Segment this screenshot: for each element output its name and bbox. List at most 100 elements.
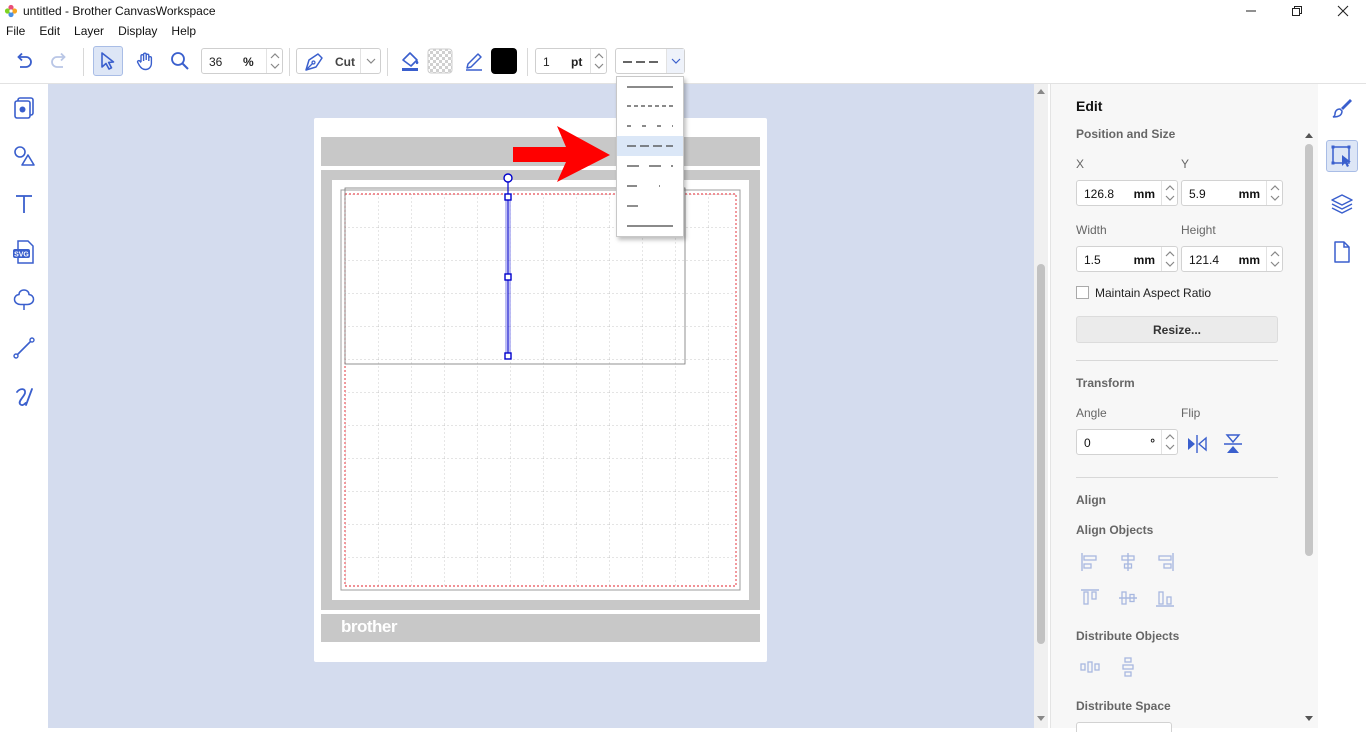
close-button[interactable] bbox=[1320, 0, 1366, 22]
canvas-area[interactable]: brother bbox=[48, 84, 1034, 728]
menu-file[interactable]: File bbox=[0, 22, 32, 40]
align-top-button[interactable] bbox=[1079, 587, 1101, 609]
dash-option-dashed-fine[interactable] bbox=[617, 96, 683, 116]
align-center-button[interactable] bbox=[1117, 551, 1139, 573]
angle-stepper[interactable] bbox=[1161, 430, 1177, 454]
hand-tool-button[interactable] bbox=[130, 46, 160, 76]
align-right-button[interactable] bbox=[1154, 551, 1176, 573]
mode-select[interactable]: Cut bbox=[296, 48, 381, 74]
x-stepper[interactable] bbox=[1161, 181, 1177, 205]
dash-option-short-dash[interactable] bbox=[617, 196, 683, 216]
layers-tab-button[interactable] bbox=[1326, 188, 1358, 220]
menu-bar: File Edit Layer Display Help bbox=[0, 22, 1366, 40]
maximize-button[interactable] bbox=[1274, 0, 1320, 22]
menu-help[interactable]: Help bbox=[164, 22, 203, 40]
line-tool-button[interactable] bbox=[8, 332, 40, 364]
scroll-down-icon[interactable] bbox=[1305, 716, 1313, 722]
line-width-stepper[interactable] bbox=[590, 49, 606, 73]
rotate-handle[interactable] bbox=[503, 173, 513, 183]
line-width-field[interactable]: 1 pt bbox=[535, 48, 607, 74]
distribute-space-field[interactable] bbox=[1076, 722, 1172, 732]
mode-dropdown-arrow[interactable] bbox=[360, 49, 380, 73]
dash-option-dashed-medium[interactable] bbox=[617, 136, 683, 156]
x-field[interactable]: 126.8 mm bbox=[1076, 180, 1178, 206]
resize-button[interactable]: Resize... bbox=[1076, 316, 1278, 343]
tree-shape-icon bbox=[13, 289, 35, 310]
scroll-down-icon[interactable] bbox=[1037, 716, 1045, 722]
flip-horizontal-button[interactable] bbox=[1186, 433, 1208, 455]
transform-heading: Transform bbox=[1076, 376, 1135, 390]
y-stepper[interactable] bbox=[1266, 181, 1282, 205]
panel-scrollbar[interactable] bbox=[1300, 128, 1318, 728]
fill-color-button[interactable] bbox=[395, 46, 425, 76]
right-icon-bar bbox=[1318, 84, 1366, 728]
text-button[interactable] bbox=[8, 188, 40, 220]
resize-handle-bottom[interactable] bbox=[504, 352, 512, 360]
zoom-value: 36 bbox=[209, 55, 223, 69]
y-field[interactable]: 5.9 mm bbox=[1181, 180, 1283, 206]
distribute-objects-label: Distribute Objects bbox=[1076, 629, 1180, 643]
pencil-icon bbox=[466, 53, 482, 71]
align-bottom-icon bbox=[1156, 591, 1174, 607]
properties-tab-button[interactable] bbox=[1326, 92, 1358, 124]
chevron-down-icon bbox=[270, 63, 280, 69]
svg-import-button[interactable]: SVG bbox=[8, 236, 40, 268]
dash-option-dashed-long[interactable] bbox=[617, 156, 683, 176]
panel-title: Edit bbox=[1076, 98, 1103, 114]
freehand-button[interactable] bbox=[8, 380, 40, 412]
height-field[interactable]: 121.4 mm bbox=[1181, 246, 1283, 272]
pen-nib-icon bbox=[305, 53, 323, 71]
align-right-icon bbox=[1158, 553, 1174, 571]
aspect-ratio-checkbox[interactable] bbox=[1076, 286, 1089, 299]
dash-option-dashed-sparse[interactable] bbox=[617, 116, 683, 136]
menu-edit[interactable]: Edit bbox=[32, 22, 67, 40]
height-unit: mm bbox=[1238, 253, 1260, 267]
resize-handle-top[interactable] bbox=[504, 193, 512, 201]
image-trace-button[interactable] bbox=[8, 284, 40, 316]
width-stepper[interactable] bbox=[1161, 247, 1177, 271]
page-icon bbox=[1334, 241, 1350, 263]
y-unit: mm bbox=[1238, 187, 1260, 201]
angle-field[interactable]: 0 ° bbox=[1076, 429, 1178, 455]
canvas-vertical-scrollbar[interactable] bbox=[1034, 84, 1048, 728]
panel-divider bbox=[1076, 360, 1278, 361]
redo-button[interactable] bbox=[44, 46, 74, 76]
distribute-horizontal-icon bbox=[1080, 661, 1100, 673]
zoom-stepper[interactable] bbox=[266, 49, 282, 73]
minimize-button[interactable] bbox=[1228, 0, 1274, 22]
resize-handle-middle[interactable] bbox=[504, 273, 512, 281]
dash-option-solid-long[interactable] bbox=[617, 77, 683, 97]
dash-option-dash-dot[interactable] bbox=[617, 176, 683, 196]
edit-tab-button[interactable] bbox=[1326, 140, 1358, 172]
width-field[interactable]: 1.5 mm bbox=[1076, 246, 1178, 272]
menu-layer[interactable]: Layer bbox=[67, 22, 111, 40]
page-tab-button[interactable] bbox=[1326, 236, 1358, 268]
chevron-down-icon bbox=[1165, 444, 1175, 450]
height-stepper[interactable] bbox=[1266, 247, 1282, 271]
zoom-field[interactable]: 36 % bbox=[201, 48, 283, 74]
text-icon bbox=[16, 195, 32, 213]
flip-vertical-button[interactable] bbox=[1222, 433, 1244, 455]
shapes-button[interactable] bbox=[8, 140, 40, 172]
canvas-scroll-thumb[interactable] bbox=[1037, 264, 1045, 644]
zoom-tool-button[interactable] bbox=[165, 46, 195, 76]
scroll-up-icon[interactable] bbox=[1037, 88, 1045, 94]
scroll-up-icon[interactable] bbox=[1305, 132, 1313, 138]
line-color-swatch[interactable] bbox=[489, 46, 519, 76]
distribute-horizontal-button[interactable] bbox=[1079, 656, 1101, 678]
fill-swatch[interactable] bbox=[425, 46, 455, 76]
align-left-button[interactable] bbox=[1079, 551, 1101, 573]
chevron-down-icon bbox=[1270, 261, 1280, 267]
align-bottom-button[interactable] bbox=[1154, 587, 1176, 609]
dash-option-solid[interactable] bbox=[617, 216, 683, 236]
undo-button[interactable] bbox=[9, 46, 39, 76]
menu-display[interactable]: Display bbox=[111, 22, 164, 40]
select-tool-button[interactable] bbox=[93, 46, 123, 76]
align-middle-button[interactable] bbox=[1117, 587, 1139, 609]
templates-button[interactable] bbox=[8, 92, 40, 124]
line-color-button[interactable] bbox=[459, 46, 489, 76]
dash-style-select[interactable] bbox=[615, 48, 685, 74]
panel-scroll-thumb[interactable] bbox=[1305, 144, 1313, 556]
distribute-vertical-button[interactable] bbox=[1117, 656, 1139, 678]
dash-dropdown-arrow[interactable] bbox=[666, 49, 684, 73]
